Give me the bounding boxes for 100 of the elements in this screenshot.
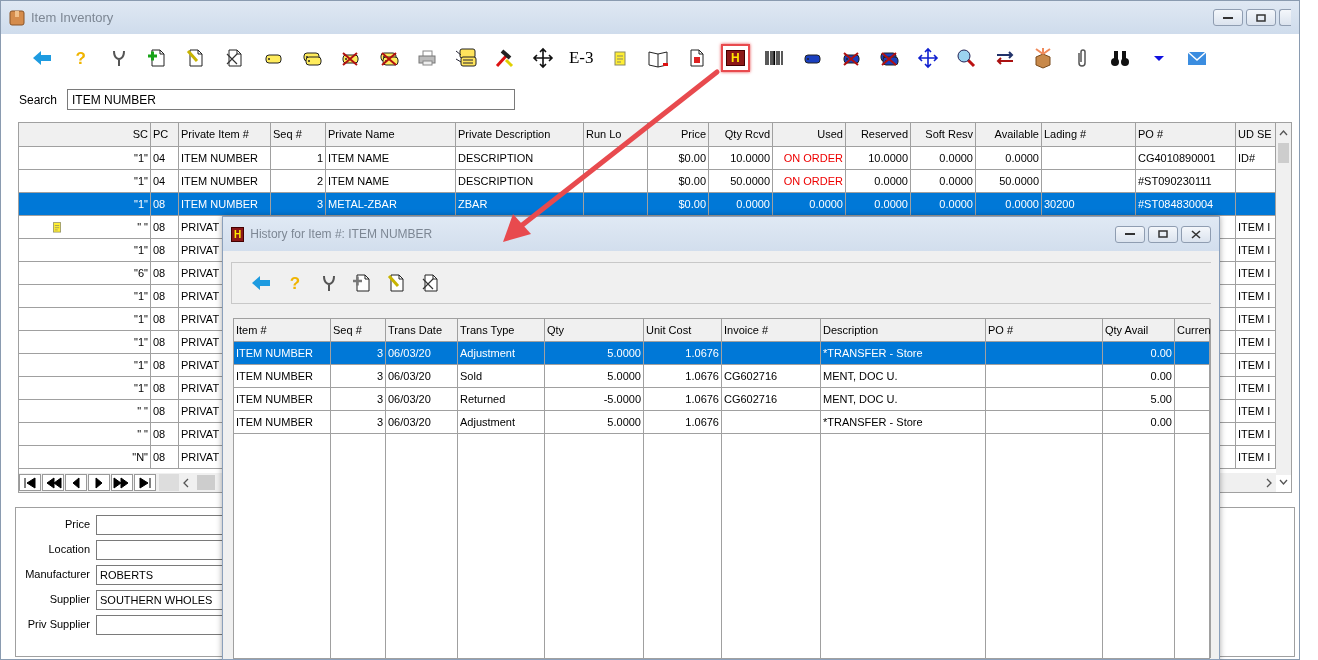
table-cell-text: ITEM I — [1238, 334, 1271, 350]
table-row[interactable]: "1" 04 ITEM NUMBER 2 ITEM NAME DESCRIPTION $0.00 50.0000 ON ORDER 0.0000 0.0000 50.0000 #ST090230111 — [19, 170, 1276, 193]
column-header[interactable]: Seq # — [333, 321, 362, 339]
table-cell-text: MENT, DOC U. — [823, 368, 898, 384]
table-cell-text: 50.0000 — [999, 173, 1039, 189]
search-icon[interactable] — [955, 47, 978, 69]
table-cell-text: PRIVAT — [181, 219, 220, 235]
table-cell-text: "1" — [134, 173, 148, 189]
table-row[interactable]: ITEM NUMBER 3 06/03/20 Adjustment 5.0000 1.0676 *TRANSFER - Store 0.00 — [234, 342, 1209, 365]
column-header[interactable]: Curren — [1177, 321, 1210, 339]
column-header[interactable]: Private Name — [328, 126, 395, 143]
column-header[interactable]: PO # — [988, 321, 1014, 339]
close-icon[interactable] — [1191, 229, 1201, 239]
history-button[interactable]: H — [720, 44, 750, 72]
table-cell-text: #ST090230111 — [1138, 173, 1212, 189]
column-header[interactable]: Soft Resv — [925, 126, 973, 143]
table-cell-text: 04 — [153, 150, 166, 166]
column-header[interactable]: PO # — [1138, 126, 1164, 143]
table-cell-text: 10.0000 — [730, 150, 770, 166]
table-cell-text: 3 — [316, 196, 323, 212]
table-cell-text: 1.0676 — [685, 414, 719, 430]
column-header[interactable]: Price — [680, 126, 706, 143]
history-icon: H — [231, 226, 245, 242]
table-cell-text: 08 — [153, 334, 166, 350]
column-header[interactable]: Qty — [547, 321, 565, 339]
column-header[interactable]: Item # — [236, 321, 267, 339]
maximize-icon[interactable] — [1256, 13, 1266, 22]
column-header[interactable]: Description — [823, 321, 879, 339]
column-header[interactable]: Run Lo — [586, 126, 622, 143]
search-field[interactable]: ITEM NUMBER — [67, 89, 516, 110]
table-cell-text: ZBAR — [458, 196, 488, 212]
table-cell-text: 5.0000 — [607, 368, 641, 384]
column-header[interactable]: Private Description — [458, 126, 551, 143]
table-cell-text: 1.0676 — [685, 391, 719, 407]
column-header[interactable]: Qty Avail — [1105, 321, 1149, 339]
table-cell-text: "1" — [134, 357, 148, 373]
table-cell-text: *TRANSFER - Store — [823, 414, 923, 430]
column-header[interactable]: UD SE — [1238, 126, 1272, 143]
table-cell-text: METAL-ZBAR — [328, 196, 397, 212]
table-cell-text: 08 — [153, 288, 166, 304]
minimize-icon[interactable] — [1125, 232, 1135, 236]
column-header[interactable]: Trans Date — [388, 321, 442, 339]
minimize-button[interactable] — [1213, 9, 1243, 26]
table-row[interactable]: ITEM NUMBER 3 06/03/20 Adjustment 5.0000 1.0676 *TRANSFER - Store 0.00 — [234, 411, 1209, 434]
column-header[interactable]: Trans Type — [460, 321, 515, 339]
table-cell-text: 0.0000 — [874, 173, 908, 189]
column-header[interactable]: Invoice # — [724, 321, 769, 339]
close-button[interactable] — [1181, 225, 1211, 243]
printer-icon[interactable] — [416, 47, 439, 69]
table-cell-text: $0.00 — [678, 196, 706, 212]
table-cell-text: Sold — [460, 368, 483, 384]
table-cell-text: 0.00 — [1150, 345, 1172, 361]
scrollbar-thumb[interactable] — [1278, 143, 1289, 163]
column-header[interactable]: SC — [132, 126, 148, 143]
table-cell-text: PRIVAT — [181, 449, 220, 465]
table-cell-text: PRIVAT — [181, 426, 220, 442]
table-cell-text: 3 — [376, 368, 383, 384]
table-cell-text: ID# — [1238, 150, 1256, 166]
table-cell-text: ITEM NUMBER — [236, 414, 313, 430]
column-header[interactable]: Seq # — [273, 126, 302, 143]
column-header[interactable]: PC — [153, 126, 169, 143]
table-row[interactable]: "1" 08 ITEM NUMBER 3 METAL-ZBAR ZBAR $0.00 0.0000 0.0000 0.0000 0.0000 0.0000 30200 #ST084830004 — [19, 193, 1276, 216]
text-tool-button[interactable]: E-3 — [568, 45, 594, 71]
table-cell-text: ITEM NUMBER — [181, 150, 258, 166]
table-row[interactable]: "1" 04 ITEM NUMBER 1 ITEM NAME DESCRIPTION $0.00 10.0000 ON ORDER 10.0000 0.0000 0.0000 CG4010890001 ID# — [19, 147, 1276, 170]
maximize-button[interactable] — [1246, 9, 1276, 26]
table-cell-text: ITEM NUMBER — [236, 391, 313, 407]
table-row[interactable]: ITEM NUMBER 3 06/03/20 Sold 5.0000 1.0676 CG602716 MENT, DOC U. 0.00 — [234, 365, 1209, 388]
field-label: Location — [47, 542, 91, 558]
move-icon[interactable] — [531, 47, 554, 69]
table-cell-text: PRIVAT — [181, 242, 220, 258]
table-cell-text: PRIVAT — [181, 265, 220, 281]
scrollbar-thumb[interactable] — [197, 475, 215, 490]
table-cell-text: 0.0000 — [874, 196, 908, 212]
table-cell-text: Returned — [460, 391, 506, 407]
table-cell-text: ITEM NAME — [328, 173, 390, 189]
maximize-icon[interactable] — [1158, 230, 1168, 238]
table-cell-text: PRIVAT — [181, 403, 220, 419]
column-header[interactable]: Available — [994, 126, 1039, 143]
hammer-icon[interactable] — [493, 47, 516, 69]
table-cell-text: DESCRIPTION — [458, 173, 534, 189]
column-header[interactable]: Qty Rcvd — [724, 126, 770, 143]
maximize-button[interactable] — [1148, 225, 1178, 243]
column-header[interactable]: Lading # — [1044, 126, 1087, 143]
table-cell-text: 04 — [153, 173, 166, 189]
table-cell-text: ITEM I — [1238, 403, 1271, 419]
table-cell-text: ITEM I — [1238, 219, 1271, 235]
table-cell-text: "1" — [134, 334, 148, 350]
column-header[interactable]: Unit Cost — [646, 321, 692, 339]
table-row[interactable]: ITEM NUMBER 3 06/03/20 Returned -5.0000 1.0676 CG602716 MENT, DOC U. 5.00 — [234, 388, 1209, 411]
table-cell-text: 1 — [316, 150, 323, 166]
move-icon[interactable] — [916, 47, 939, 69]
table-cell-text: ITEM I — [1238, 449, 1271, 465]
tags-list-icon[interactable] — [454, 47, 477, 69]
table-cell-text: #ST084830004 — [1138, 196, 1214, 212]
column-header[interactable]: Reserved — [860, 126, 908, 143]
table-cell-text: ITEM I — [1238, 242, 1271, 258]
column-header[interactable]: Private Item # — [181, 126, 249, 143]
minimize-button[interactable] — [1115, 225, 1145, 243]
column-header[interactable]: Used — [817, 126, 843, 143]
